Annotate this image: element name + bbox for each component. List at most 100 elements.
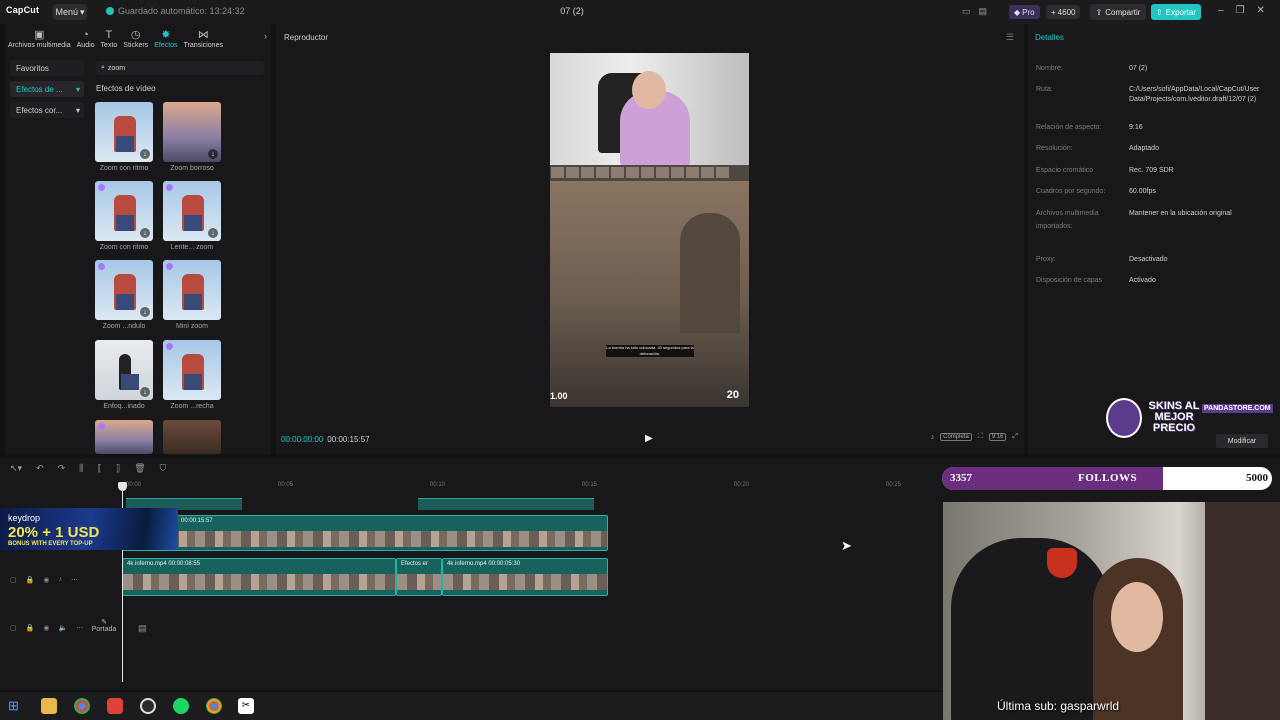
- eye-icon[interactable]: ◉: [43, 624, 49, 632]
- streamer-face: [1111, 582, 1163, 652]
- category-favorites[interactable]: Favoritos: [10, 60, 84, 76]
- video-clip-main-2[interactable]: 4k inferno.mp4 00:00:05:30: [442, 558, 608, 596]
- effect-card[interactable]: ↓ Zoom con ritmo: [95, 102, 153, 172]
- effect-card[interactable]: ↓ Zoom ...ndulo: [95, 260, 153, 330]
- split-right-icon[interactable]: ⟧: [116, 463, 120, 474]
- tab-audio[interactable]: ◔ Audio: [74, 26, 98, 52]
- capcut-icon[interactable]: ✂: [238, 698, 254, 714]
- video-caption: La bomba ha sido colocada. 40 segundos p…: [606, 345, 694, 357]
- effect-card[interactable]: Zoom ...recha: [163, 340, 221, 410]
- tab-stickers[interactable]: ◷ Stickers: [120, 26, 151, 52]
- effect-clip[interactable]: Efectos er: [396, 558, 442, 596]
- category-body-effects[interactable]: Efectos cor... ▾: [10, 102, 84, 118]
- chrome-icon[interactable]: [74, 698, 90, 714]
- effect-card[interactable]: ↓ Zoom borroso: [163, 102, 221, 172]
- minimize-icon[interactable]: –: [1218, 5, 1224, 16]
- download-icon[interactable]: ↓: [140, 228, 150, 238]
- chair-logo: [1047, 548, 1077, 578]
- eye-icon[interactable]: ◉: [43, 576, 49, 584]
- time-ruler[interactable]: 00:00 00:05 00:10 00:15 00:20 00:25: [122, 482, 942, 492]
- file-explorer-icon[interactable]: [41, 698, 57, 714]
- obs-icon[interactable]: [140, 698, 156, 714]
- media-icon: ▣: [34, 28, 45, 41]
- brave-icon[interactable]: [107, 698, 123, 714]
- spotify-icon[interactable]: [173, 698, 189, 714]
- effect-card[interactable]: ↓ Enfoq...inado: [95, 340, 153, 410]
- streamer-head: [632, 71, 666, 109]
- tab-effects[interactable]: ✸ Efectos: [151, 26, 180, 52]
- title-bar: CapCut Menú ▾ Guardado automático: 13:24:…: [0, 0, 1280, 24]
- video-clip-main-1[interactable]: 4k inferno.mp4 00:00:08:55: [122, 558, 396, 596]
- tab-label: Archivos multimedia: [8, 41, 71, 49]
- select-tool-icon[interactable]: ↖▾: [10, 463, 22, 474]
- detail-value: C:/Users/sofi/AppData/Local/CapCut/User …: [1129, 86, 1260, 103]
- split-left-icon[interactable]: ⟦: [97, 463, 101, 474]
- menu-button[interactable]: Menú ▾: [53, 4, 87, 20]
- video-preview[interactable]: La bomba ha sido colocada. 40 segundos p…: [550, 53, 749, 407]
- windows-start-icon[interactable]: ⊞: [8, 698, 24, 714]
- keydrop-banner: keydrop 20% + 1 USD BONUS WITH EVERY TOP…: [0, 508, 178, 550]
- chevron-right-icon[interactable]: ›: [264, 31, 267, 41]
- screenshot-icon[interactable]: ⛶: [978, 433, 983, 441]
- effect-card[interactable]: ↓ Lente... zoom: [163, 181, 221, 251]
- delete-icon[interactable]: 🗑: [134, 463, 145, 474]
- more-icon[interactable]: ⋯: [71, 576, 78, 584]
- category-video-effects[interactable]: Efectos de ... ▾: [10, 81, 84, 97]
- marker-icon[interactable]: ⛉: [160, 463, 167, 474]
- effect-card[interactable]: [95, 420, 153, 457]
- chevron-down-icon: ▾: [75, 84, 80, 94]
- detail-key: Nombre:: [1036, 65, 1063, 72]
- track-thumb-icon[interactable]: ▢: [10, 624, 17, 632]
- details-panel: Detalles Nombre: 07 (2) Ruta: C:/Users/sof…: [1028, 24, 1280, 454]
- film-icon: ▤: [138, 623, 147, 633]
- effect-card[interactable]: [163, 420, 221, 457]
- download-icon[interactable]: ↓: [208, 149, 218, 159]
- undo-icon[interactable]: ↶: [36, 463, 44, 474]
- ratio-button[interactable]: 9:16: [988, 433, 1007, 441]
- complete-toggle[interactable]: Completa: [940, 433, 972, 441]
- player-tools: ♪ Completa ⛶ 9:16 ⤢: [931, 433, 1018, 441]
- lock-icon[interactable]: 🔒: [26, 576, 35, 584]
- lock-icon[interactable]: 🔒: [26, 624, 35, 632]
- download-icon[interactable]: ↓: [140, 387, 150, 397]
- window-controls: – ❐ ✕: [1218, 5, 1265, 16]
- download-icon[interactable]: ↓: [208, 228, 218, 238]
- effect-card[interactable]: ↓ Zoom con ritmo: [95, 181, 153, 251]
- track-thumb-icon[interactable]: ▢: [10, 576, 17, 584]
- tab-text[interactable]: T Texto: [98, 26, 121, 52]
- search-input[interactable]: ⌕ zoom: [96, 61, 264, 75]
- detail-key: Proxy:: [1036, 256, 1056, 263]
- credits-badge[interactable]: +4600: [1046, 5, 1081, 19]
- play-icon[interactable]: ▶: [645, 433, 653, 444]
- pro-label: Pro: [1022, 7, 1035, 17]
- redo-icon[interactable]: ↷: [58, 463, 66, 474]
- share-button[interactable]: ⇪ Compartir: [1090, 4, 1146, 20]
- video-clip-top[interactable]: 00:00:15:57: [122, 515, 608, 551]
- shortcuts-icon[interactable]: ▤: [979, 6, 988, 17]
- export-button[interactable]: ⇧ Exportar: [1151, 4, 1201, 20]
- tab-media[interactable]: ▣ Archivos multimedia: [5, 26, 74, 52]
- fullscreen-icon[interactable]: ⤢: [1012, 433, 1018, 441]
- cover-button[interactable]: ✎ Portada: [90, 618, 118, 633]
- menu-icon[interactable]: ☰: [1006, 32, 1014, 43]
- chrome-profile-icon[interactable]: [206, 698, 222, 714]
- effect-card[interactable]: Mini zoom: [163, 260, 221, 330]
- download-icon[interactable]: ↓: [140, 307, 150, 317]
- detail-key: Ruta:: [1036, 86, 1053, 93]
- volume-icon[interactable]: 🔈: [58, 624, 67, 632]
- effect-label: Lente... zoom: [170, 244, 214, 251]
- more-icon[interactable]: ⋯: [76, 624, 83, 632]
- download-icon[interactable]: ↓: [140, 149, 150, 159]
- effect-strip[interactable]: [418, 498, 594, 510]
- pro-badge[interactable]: ◆ Pro: [1009, 5, 1040, 19]
- maximize-icon[interactable]: ❐: [1236, 5, 1245, 16]
- audio-icon: ◔: [82, 28, 89, 41]
- close-icon[interactable]: ✕: [1257, 5, 1265, 16]
- layout-icon[interactable]: ▭: [962, 6, 971, 17]
- pro-icon: [166, 184, 173, 191]
- tab-transitions[interactable]: ⋈ Transiciones: [181, 26, 226, 52]
- tab-label: Stickers: [123, 41, 149, 49]
- audio-icon[interactable]: ♪: [58, 576, 62, 584]
- split-icon[interactable]: ⫼: [79, 463, 83, 474]
- tiktok-icon[interactable]: ♪: [931, 434, 935, 441]
